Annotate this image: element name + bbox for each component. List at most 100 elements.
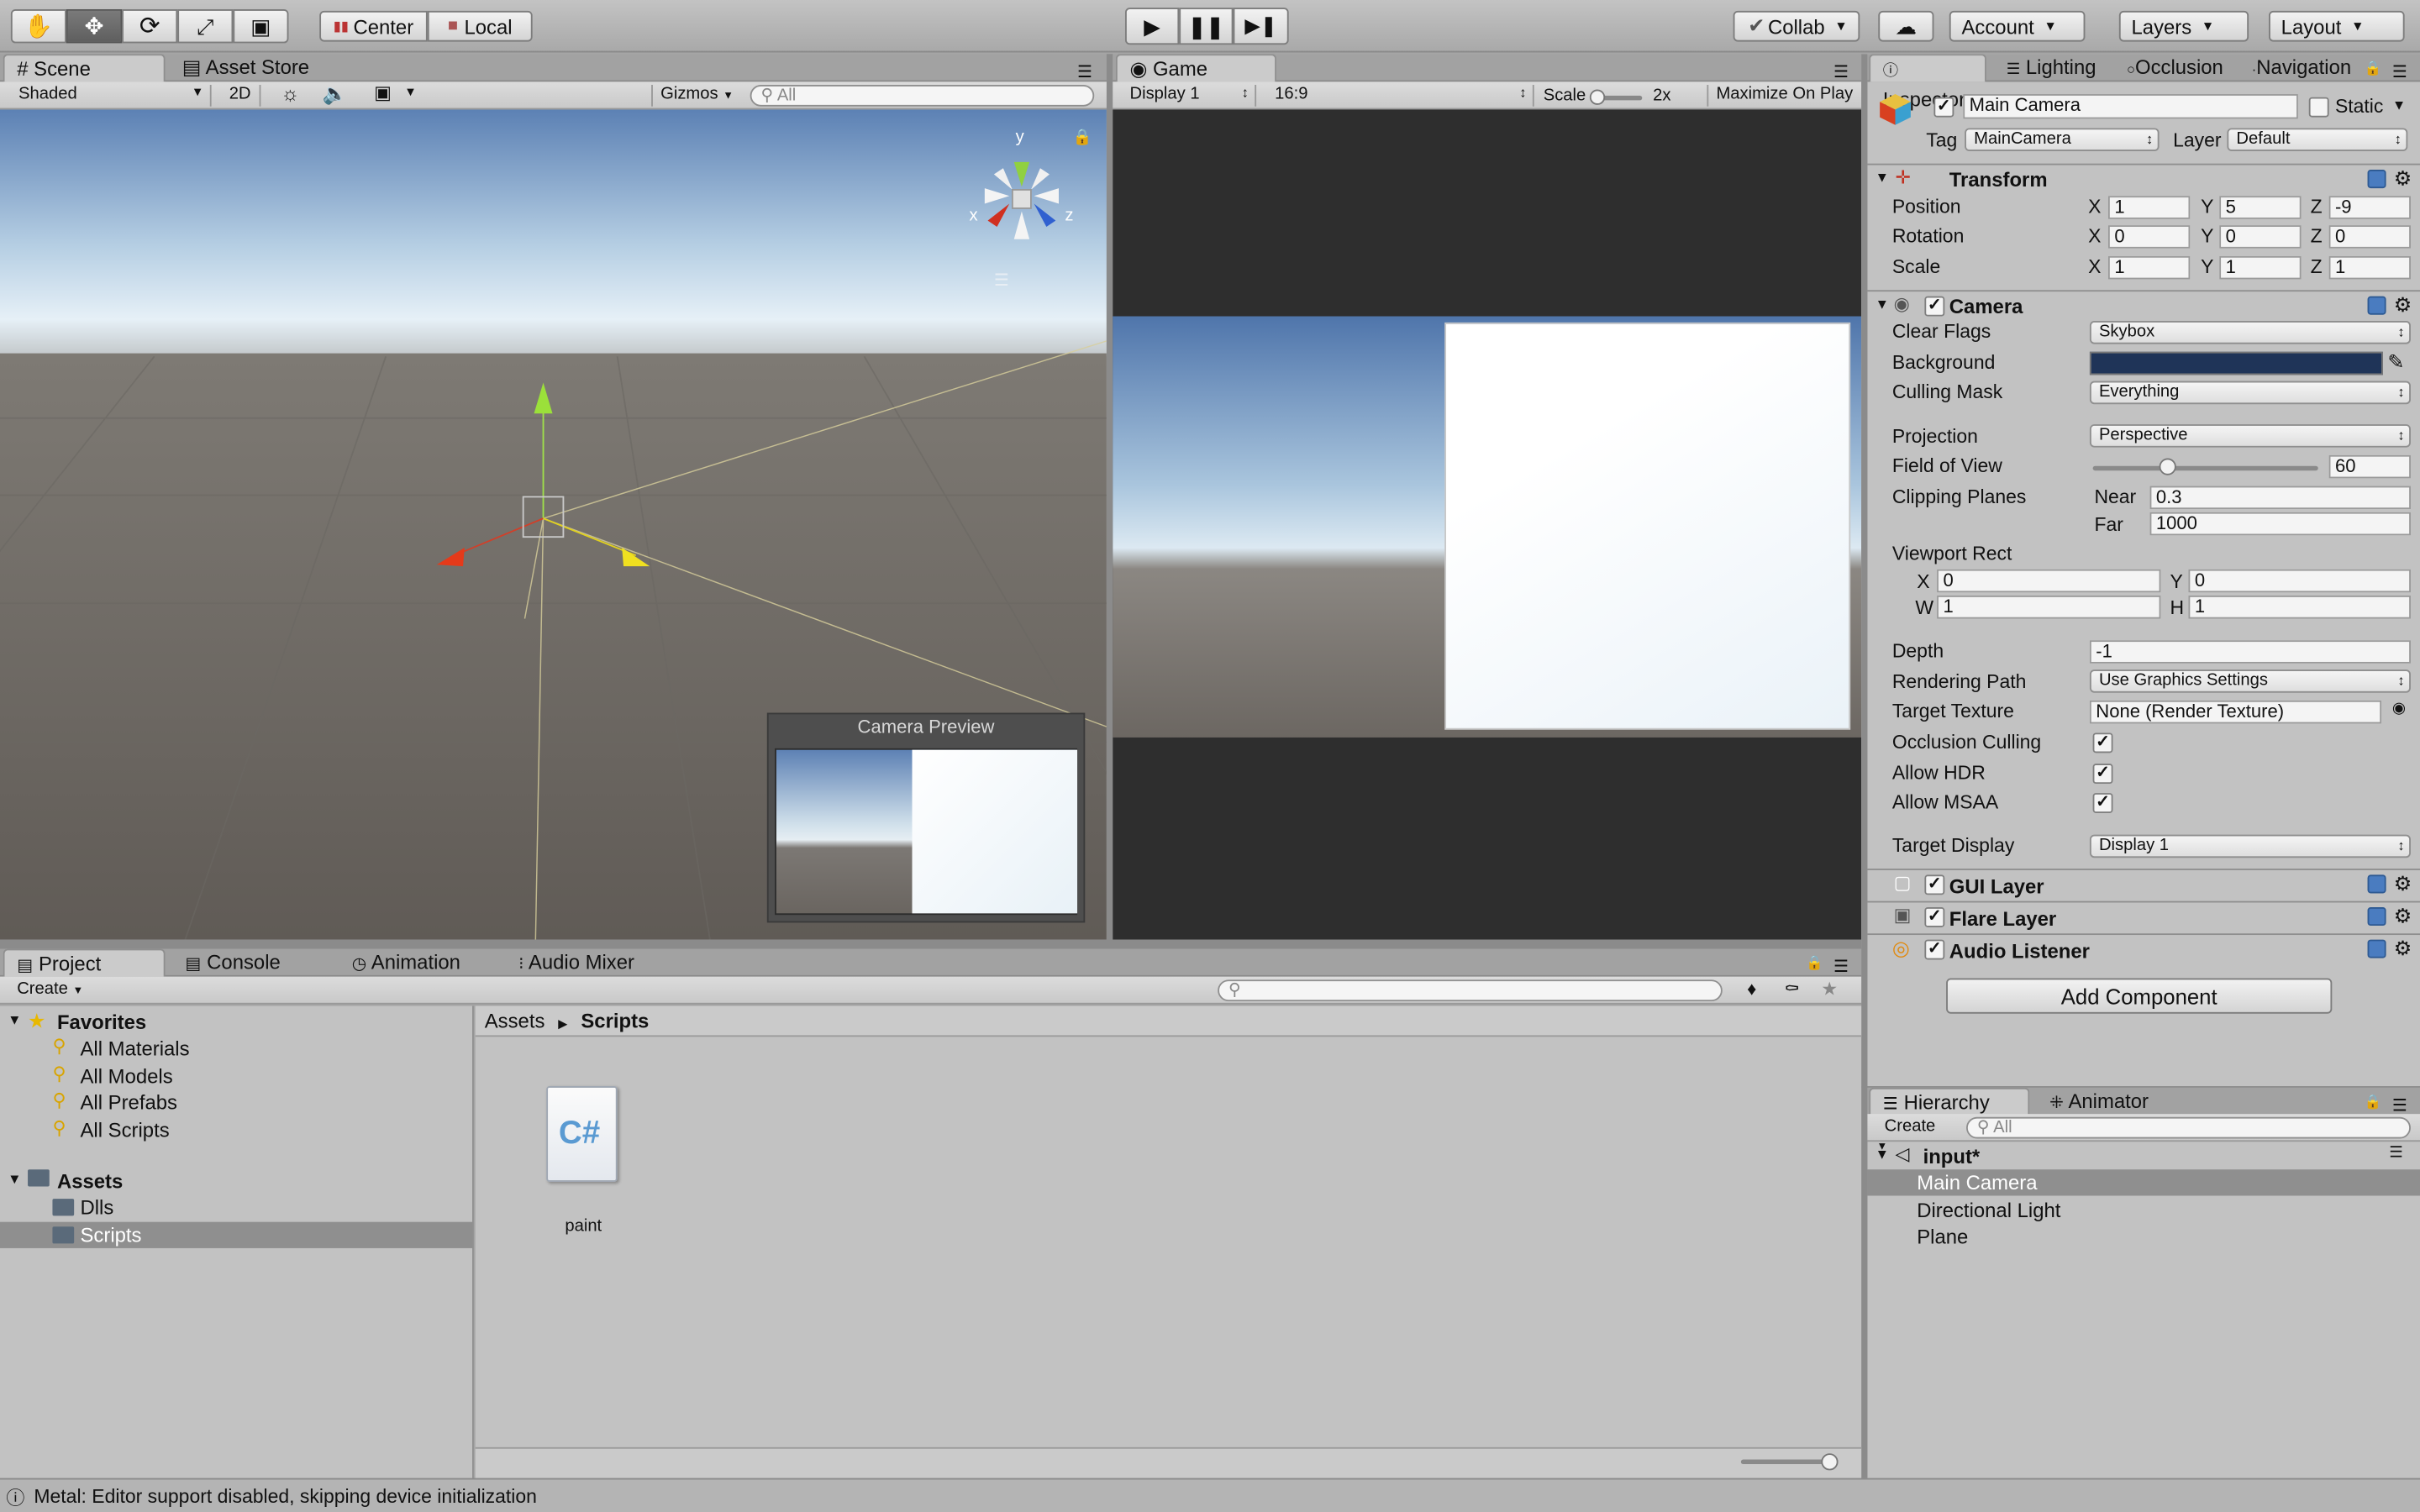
- gizmos-dropdown[interactable]: Gizmos ▼: [651, 85, 736, 107]
- gui-layer-checkbox[interactable]: ✓: [1924, 874, 1945, 895]
- target-texture-field[interactable]: None (Render Texture): [2089, 700, 2382, 724]
- projection-dropdown[interactable]: Perspective: [2089, 424, 2411, 448]
- folder-item-scripts[interactable]: Scripts: [0, 1221, 473, 1248]
- tab-audio-mixer[interactable]: ⁝ Audio Mixer: [506, 949, 676, 977]
- help-book-icon[interactable]: [2367, 170, 2386, 189]
- panel-menu-icon[interactable]: ☰: [1077, 61, 1092, 81]
- viewport-w-field[interactable]: 1: [1937, 595, 2161, 619]
- fov-slider[interactable]: [2092, 458, 2318, 475]
- script-asset[interactable]: C# paint: [522, 1083, 645, 1252]
- tab-asset-store[interactable]: ▤ Asset Store: [170, 54, 339, 81]
- favorite-item[interactable]: ⚲ All Prefabs: [0, 1089, 472, 1116]
- persp-menu-icon[interactable]: ☰: [994, 270, 1009, 290]
- transform-header[interactable]: ▼ ✛ Transform ⚙: [1867, 163, 2420, 195]
- search-by-type-icon[interactable]: ♦: [1747, 978, 1756, 1000]
- tab-hierarchy[interactable]: ☰ Hierarchy: [1869, 1087, 2030, 1116]
- object-name-field[interactable]: Main Camera: [1963, 94, 2298, 119]
- display-dropdown[interactable]: Display 1 ↕: [1120, 85, 1257, 107]
- culling-mask-dropdown[interactable]: Everything: [2089, 381, 2411, 405]
- lock-icon[interactable]: 🔒: [2365, 1094, 2382, 1110]
- depth-field[interactable]: -1: [2089, 640, 2411, 664]
- pivot-center-button[interactable]: ▮▮ Center: [319, 10, 428, 42]
- help-book-icon[interactable]: [2367, 296, 2386, 315]
- help-book-icon[interactable]: [2367, 874, 2386, 894]
- hierarchy-item-plane[interactable]: Plane: [1867, 1224, 2420, 1250]
- position-z-field[interactable]: -9: [2328, 196, 2411, 219]
- flare-layer-header[interactable]: ▣ ✓ Flare Layer ⚙: [1867, 900, 2420, 932]
- effects-dropdown-arrow-icon[interactable]: ▼: [404, 85, 417, 99]
- position-y-field[interactable]: 5: [2219, 196, 2302, 219]
- panel-menu-icon[interactable]: ☰: [1833, 957, 1849, 977]
- tab-console[interactable]: ▤ Console: [173, 949, 328, 977]
- hierarchy-item-directional-light[interactable]: Directional Light: [1867, 1197, 2420, 1223]
- scene-row[interactable]: ▼ ◁ input* ☰: [1867, 1143, 2420, 1169]
- 2d-toggle[interactable]: 2D: [221, 85, 261, 107]
- shading-mode-dropdown[interactable]: Shaded ▼: [8, 85, 212, 107]
- layout-dropdown[interactable]: Layout: [2268, 10, 2405, 42]
- hierarchy-search-input[interactable]: ⚲ All: [1965, 1116, 2411, 1139]
- tab-inspector[interactable]: ⓘ Inspector: [1869, 54, 1986, 111]
- viewport-x-field[interactable]: 0: [1937, 569, 2161, 593]
- scale-x-field[interactable]: 1: [2107, 255, 2191, 280]
- scale-y-field[interactable]: 1: [2219, 255, 2302, 280]
- assets-row[interactable]: ▼ Assets: [0, 1168, 472, 1194]
- icon-size-slider-thumb[interactable]: [1821, 1453, 1839, 1471]
- help-book-icon[interactable]: [2367, 906, 2386, 927]
- hand-tool-button[interactable]: ✋: [10, 9, 66, 44]
- eyedropper-icon[interactable]: ✎: [2387, 350, 2404, 375]
- status-message[interactable]: Metal: Editor support disabled, skipping…: [34, 1486, 537, 1508]
- favorite-item[interactable]: ⚲ All Materials: [0, 1035, 472, 1061]
- rendering-path-dropdown[interactable]: Use Graphics Settings: [2089, 669, 2411, 693]
- viewport-h-field[interactable]: 1: [2188, 595, 2411, 619]
- icon-size-slider[interactable]: [1740, 1453, 1839, 1471]
- favorite-star-icon[interactable]: ★: [1821, 978, 1838, 1000]
- tab-scene[interactable]: # Scene: [3, 54, 166, 82]
- gear-icon[interactable]: ⚙: [2394, 872, 2412, 896]
- favorite-item[interactable]: ⚲ All Scripts: [0, 1116, 472, 1142]
- far-field[interactable]: 1000: [2149, 512, 2411, 536]
- lock-icon[interactable]: 🔒: [1806, 955, 1823, 972]
- folder-item-dlls[interactable]: Dlls: [0, 1194, 472, 1221]
- scene-viewport[interactable]: y x z 🔒 ☰ Camera Preview: [0, 109, 1107, 940]
- camera-enabled-checkbox[interactable]: ✓: [1924, 296, 1945, 317]
- panel-menu-icon[interactable]: ☰: [1833, 61, 1849, 81]
- hierarchy-item-main-camera[interactable]: Main Camera: [1867, 1169, 2420, 1196]
- gear-icon[interactable]: ⚙: [2394, 293, 2412, 318]
- panel-menu-icon[interactable]: ☰: [2392, 1095, 2407, 1116]
- tab-animator[interactable]: ⁜ Animator: [2037, 1088, 2175, 1116]
- add-component-button[interactable]: Add Component: [1946, 978, 2333, 1014]
- near-field[interactable]: 0.3: [2149, 486, 2411, 510]
- rotate-tool-button[interactable]: ⟳: [122, 9, 178, 44]
- tab-navigation[interactable]: ·Navigation: [2239, 54, 2366, 81]
- audio-listener-header[interactable]: ◎ ✓ Audio Listener ⚙: [1867, 933, 2420, 964]
- allow-hdr-checkbox[interactable]: ✓: [2092, 764, 2113, 785]
- gear-icon[interactable]: ⚙: [2394, 937, 2412, 961]
- cloud-button[interactable]: ☁: [1878, 10, 1934, 42]
- hierarchy-create-dropdown[interactable]: Create ▼: [1876, 1117, 1950, 1152]
- pivot-space-button[interactable]: ■ Local: [427, 10, 533, 42]
- gui-layer-header[interactable]: ▢ ✓ GUI Layer ⚙: [1867, 869, 2420, 900]
- static-checkbox[interactable]: [2308, 97, 2329, 118]
- rect-tool-button[interactable]: ▣: [233, 9, 289, 44]
- tab-lighting[interactable]: ☰ Lighting: [1994, 54, 2118, 81]
- pause-button[interactable]: ❚❚: [1179, 8, 1234, 45]
- panel-menu-icon[interactable]: ☰: [2392, 61, 2407, 81]
- tag-dropdown[interactable]: MainCamera: [1965, 128, 2160, 151]
- audio-listener-checkbox[interactable]: ✓: [1924, 939, 1945, 960]
- position-x-field[interactable]: 1: [2107, 196, 2191, 219]
- fov-field[interactable]: 60: [2328, 454, 2411, 479]
- play-button[interactable]: ▶: [1124, 8, 1180, 45]
- move-tool-button[interactable]: ✥: [66, 9, 123, 44]
- rotation-y-field[interactable]: 0: [2219, 225, 2302, 249]
- favorite-item[interactable]: ⚲ All Models: [0, 1063, 472, 1089]
- breadcrumb-scripts[interactable]: Scripts: [581, 1009, 649, 1032]
- target-display-dropdown[interactable]: Display 1: [2089, 834, 2411, 858]
- tab-game[interactable]: ◉ Game: [1115, 54, 1276, 82]
- step-button[interactable]: ▶❚: [1233, 8, 1289, 45]
- scale-tool-button[interactable]: ⤢: [177, 9, 234, 44]
- camera-header[interactable]: ▼ ◉ ✓ Camera ⚙: [1867, 290, 2420, 321]
- gear-icon[interactable]: ⚙: [2394, 904, 2412, 928]
- breadcrumb-assets[interactable]: Assets: [485, 1009, 545, 1032]
- flare-layer-checkbox[interactable]: ✓: [1924, 906, 1945, 927]
- object-picker-icon[interactable]: ◉: [2392, 701, 2406, 717]
